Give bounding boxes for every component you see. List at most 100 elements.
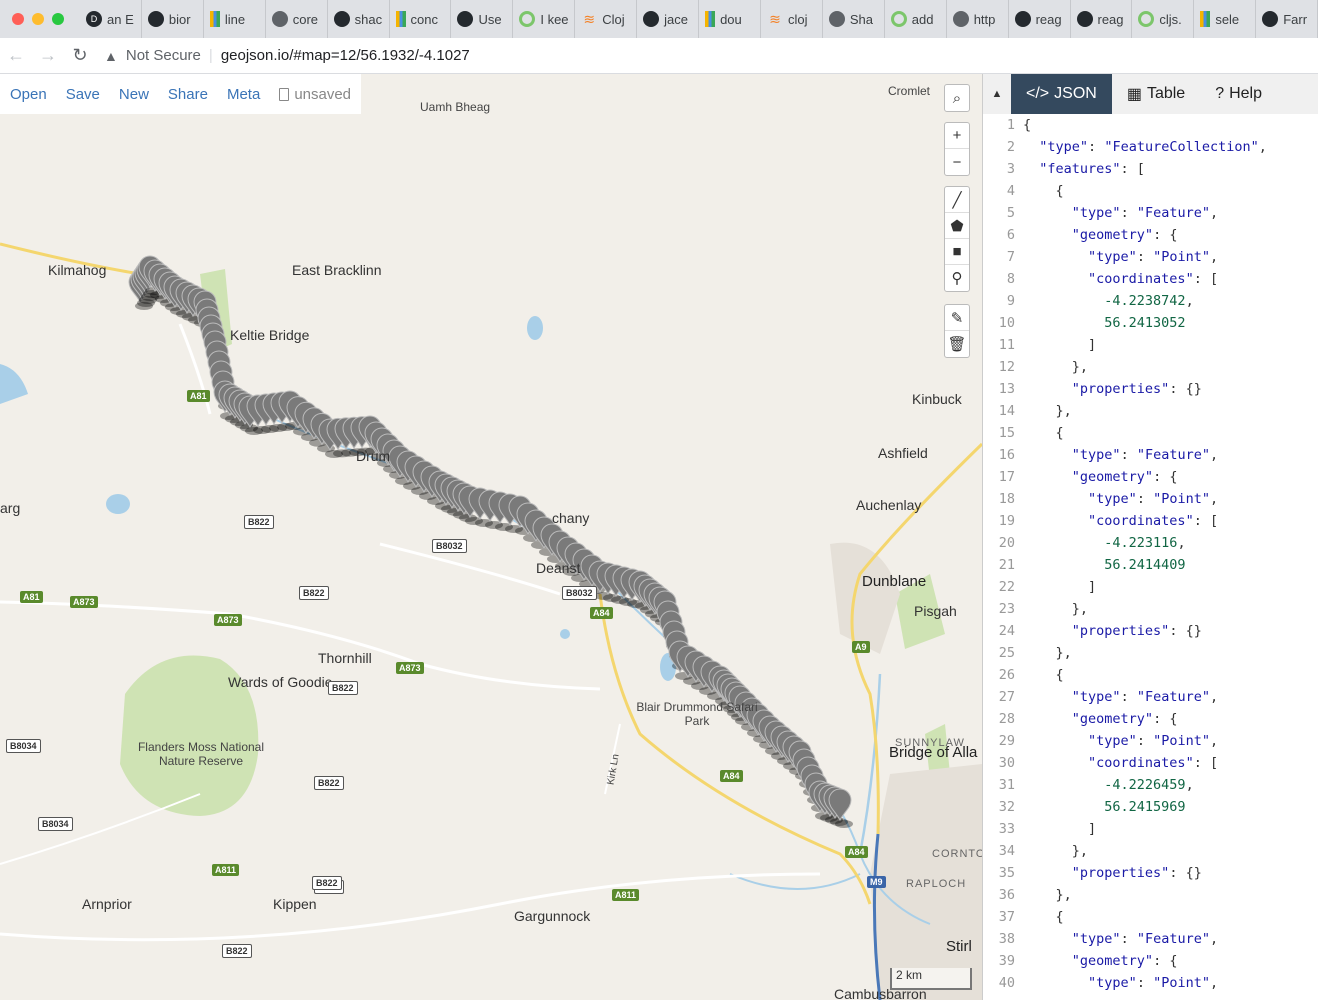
browser-tab[interactable]: http: [947, 0, 1009, 38]
share-button[interactable]: Share: [168, 86, 208, 103]
minimize-window-button[interactable]: [32, 13, 44, 25]
trash-icon[interactable]: 🗑: [945, 331, 969, 357]
road-shield: M9: [867, 876, 886, 888]
place-label: Gargunnock: [514, 908, 591, 924]
globe-icon: [828, 11, 845, 27]
browser-tab[interactable]: Use: [451, 0, 514, 38]
browser-tab[interactable]: core: [266, 0, 328, 38]
draw-marker-icon[interactable]: ⚲: [945, 265, 969, 291]
meta-button[interactable]: Meta: [227, 86, 260, 103]
code-text: "properties": {}: [1071, 381, 1202, 397]
tab-table-label: Table: [1146, 85, 1186, 102]
address-bar: ← → ↻ ▲ Not Secure | geojson.io/#map=12/…: [0, 38, 1318, 74]
browser-tab[interactable]: jace: [637, 0, 700, 38]
code-text: "geometry": {: [1071, 953, 1178, 969]
line-number: 4: [1006, 183, 1015, 199]
draw-line-icon[interactable]: ╱: [945, 187, 969, 213]
code-line: 15 {: [983, 422, 1318, 444]
road-shield: B822: [314, 776, 344, 790]
browser-tab[interactable]: shac: [328, 0, 390, 38]
code-line: 13 "properties": {}: [983, 378, 1318, 400]
code-text: },: [1023, 403, 1072, 419]
code-text: "type": "Point",: [1088, 249, 1219, 265]
map-canvas: [0, 242, 982, 1000]
draw-toolbar: ╱ ⬟ ■ ⚲: [944, 186, 970, 292]
code-text: {: [1023, 117, 1032, 133]
place-label: Thornhill: [318, 650, 372, 666]
browser-tab[interactable]: cljs.: [1132, 0, 1195, 38]
browser-tab[interactable]: reag: [1009, 0, 1071, 38]
tab-table[interactable]: ▦ Table: [1112, 74, 1200, 114]
browser-tab[interactable]: bior: [142, 0, 204, 38]
road-shield: A9: [852, 641, 870, 653]
browser-tab-label: core: [292, 11, 319, 27]
code-text: "coordinates": [: [1088, 755, 1219, 771]
close-window-button[interactable]: [12, 13, 24, 25]
search-icon[interactable]: ⌕: [945, 85, 969, 111]
zoom-in-button[interactable]: +: [945, 123, 969, 149]
line-number: 7: [1006, 249, 1015, 265]
code-text: },: [1023, 601, 1089, 617]
draw-polygon-icon[interactable]: ⬟: [945, 213, 969, 239]
forward-button[interactable]: →: [32, 45, 64, 66]
place-label: Pisgah: [914, 603, 957, 619]
browser-tab-label: Farr: [1283, 11, 1308, 27]
place-label: Wards of Goodie: [228, 674, 333, 690]
github-icon: [333, 11, 350, 27]
place-label: Flanders Moss National Nature Reserve: [137, 740, 265, 768]
zoom-out-button[interactable]: −: [945, 149, 969, 175]
collapse-caret-icon[interactable]: ▲: [983, 88, 1011, 100]
browser-tab[interactable]: ≋ cloj: [761, 0, 823, 38]
browser-tab[interactable]: Sha: [823, 0, 885, 38]
tab-help[interactable]: ? Help: [1200, 74, 1277, 114]
browser-tab-label: dou: [720, 11, 742, 27]
save-button[interactable]: Save: [66, 86, 100, 103]
browser-tab[interactable]: sele: [1194, 0, 1257, 38]
line-number: 8: [1006, 271, 1015, 287]
code-line: 12 },: [983, 356, 1318, 378]
browser-tab[interactable]: conc: [390, 0, 452, 38]
reload-button[interactable]: ↻: [64, 45, 96, 66]
code-text: },: [1023, 887, 1072, 903]
road-shield: A81: [187, 390, 210, 402]
browser-tabs: Dan E bior line core shac conc Use I kee ≋ Cloj ja…: [80, 0, 1318, 38]
road-shield: B8034: [6, 739, 41, 753]
code-line: 28 "geometry": {: [983, 708, 1318, 730]
draw-rectangle-icon[interactable]: ■: [945, 239, 969, 265]
code-text: "geometry": {: [1071, 711, 1178, 727]
browser-tab[interactable]: Farr: [1256, 0, 1318, 38]
line-number: 26: [998, 667, 1015, 683]
line-number: 5: [1006, 205, 1015, 221]
new-button[interactable]: New: [119, 86, 149, 103]
browser-tab[interactable]: ≋ Cloj: [575, 0, 638, 38]
browser-tab[interactable]: dou: [699, 0, 761, 38]
browser-tab-label: shac: [354, 11, 383, 27]
code-text: "geometry": {: [1071, 227, 1178, 243]
browser-tab[interactable]: line: [204, 0, 266, 38]
code-line: 9 -4.2238742,: [983, 290, 1318, 312]
open-button[interactable]: Open: [10, 86, 47, 103]
line-number: 16: [998, 447, 1015, 463]
browser-tab-bar: Dan E bior line core shac conc Use I kee ≋ Cloj ja…: [0, 0, 1318, 38]
browser-tab[interactable]: add: [885, 0, 947, 38]
browser-tab[interactable]: reag: [1071, 0, 1133, 38]
code-line: 27 "type": "Feature",: [983, 686, 1318, 708]
road-shield: A84: [720, 770, 743, 782]
tab-json-label: JSON: [1054, 85, 1097, 102]
tab-json[interactable]: </> JSON: [1011, 74, 1112, 114]
url-field[interactable]: ▲ Not Secure | geojson.io/#map=12/56.193…: [104, 47, 470, 64]
browser-tab[interactable]: I kee: [513, 0, 576, 38]
back-button[interactable]: ←: [0, 45, 32, 66]
map-view[interactable]: Open Save New Share Meta unsaved Uamh Bh…: [0, 74, 982, 1000]
edit-icon[interactable]: ✎: [945, 305, 969, 331]
browser-tab[interactable]: Dan E: [80, 0, 142, 38]
code-text: ]: [1023, 579, 1097, 595]
json-editor[interactable]: 1{2 "type": "FeatureCollection", 3 "featu…: [983, 114, 1318, 1000]
code-line: 17 "geometry": {: [983, 466, 1318, 488]
zoom-window-button[interactable]: [52, 13, 64, 25]
stackoverflow-icon: ≋: [769, 10, 781, 27]
place-label: Keltie Bridge: [230, 327, 310, 343]
line-number: 19: [998, 513, 1015, 529]
code-line: 10 56.2413052: [983, 312, 1318, 334]
line-number: 11: [998, 337, 1015, 353]
